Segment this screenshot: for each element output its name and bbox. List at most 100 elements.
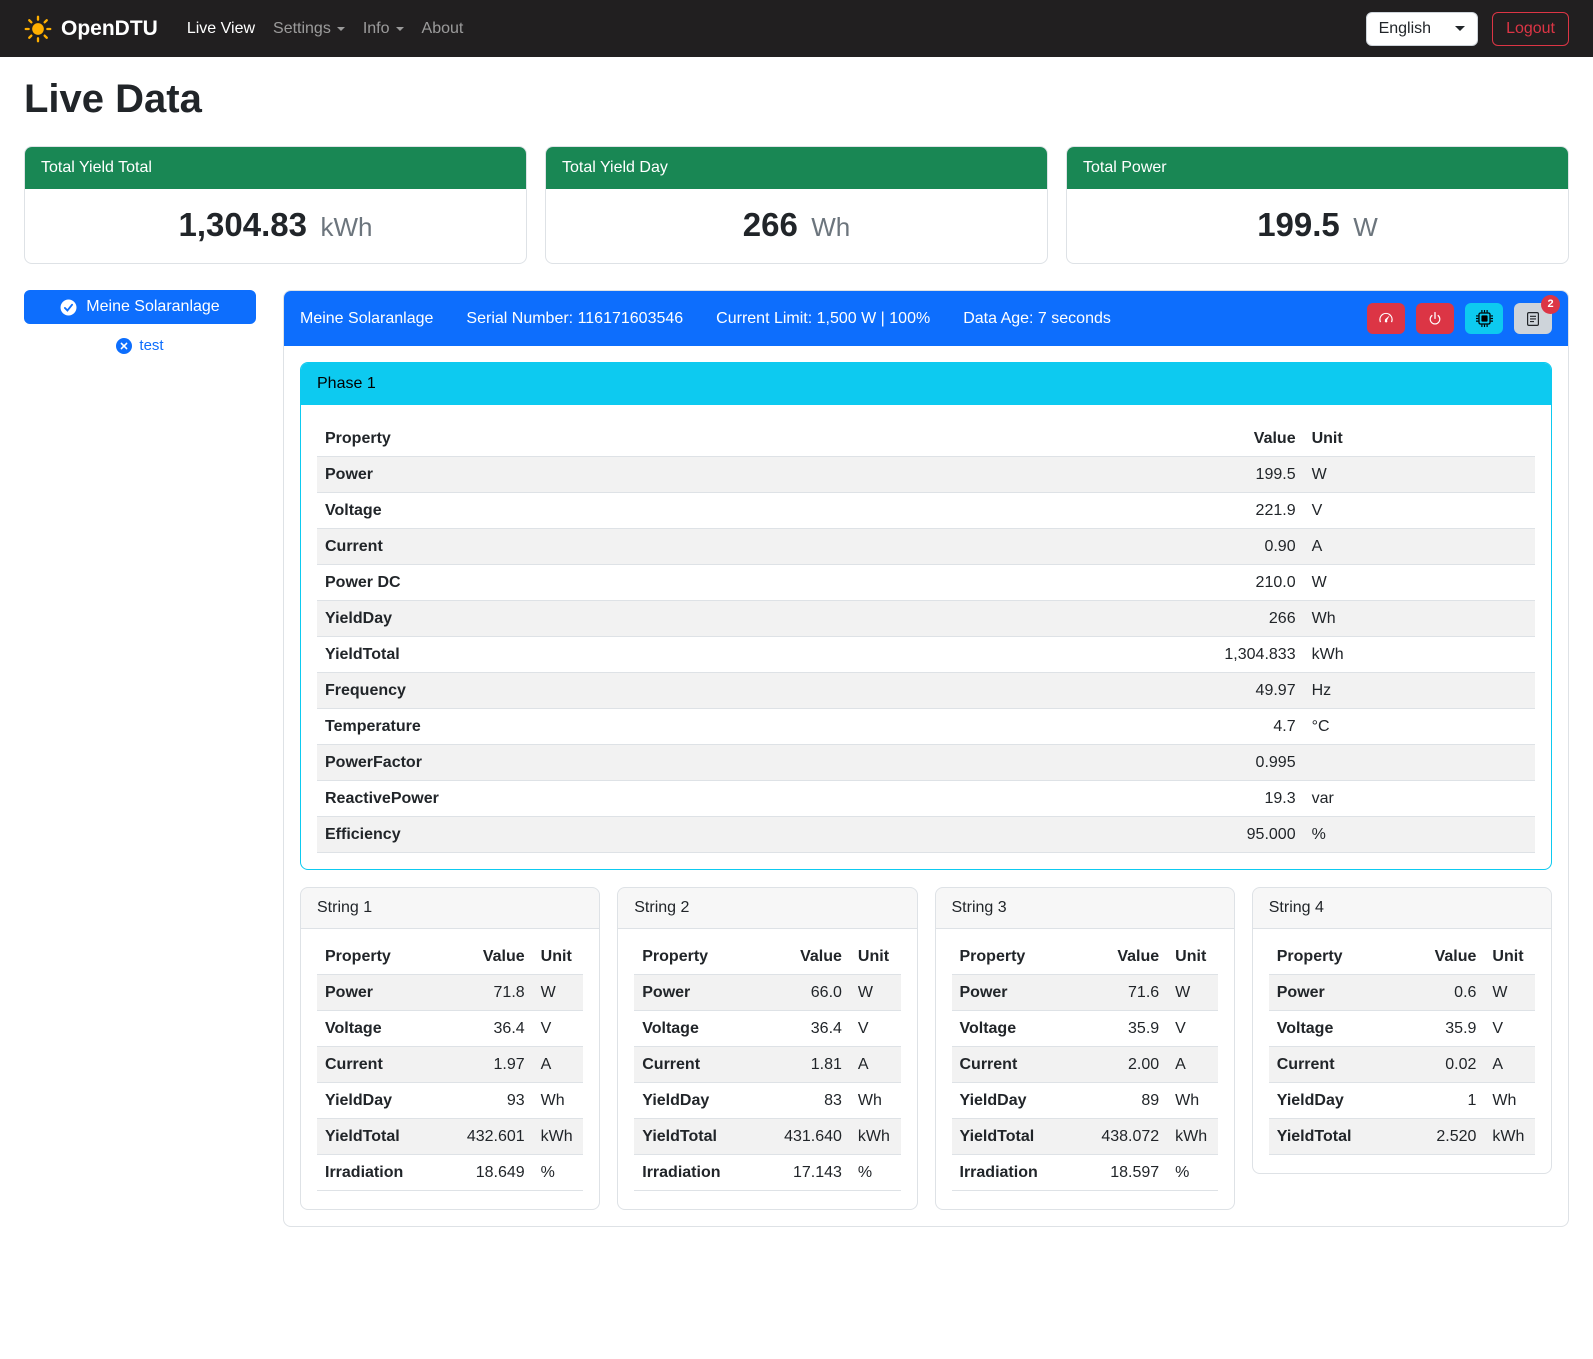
brand[interactable]: OpenDTU <box>24 15 158 43</box>
property-name: Current <box>634 1047 755 1083</box>
property-value: 266 <box>907 601 1303 637</box>
property-name: YieldDay <box>634 1083 755 1119</box>
property-unit: V <box>1167 1011 1218 1047</box>
property-unit: A <box>850 1047 901 1083</box>
power-toggle-button[interactable] <box>1416 303 1454 334</box>
property-unit: Wh <box>1304 601 1535 637</box>
property-value: 18.597 <box>1072 1155 1167 1191</box>
table-row: Power DC 210.0 W <box>317 565 1535 601</box>
property-value: 4.7 <box>907 709 1303 745</box>
column-unit: Unit <box>533 939 584 975</box>
power-toggle-icon <box>1427 311 1443 327</box>
table-row: YieldDay 93 Wh <box>317 1083 583 1119</box>
string-card-title: String 1 <box>301 888 599 929</box>
summary-card-title: Total Yield Day <box>546 147 1047 189</box>
property-name: YieldDay <box>317 1083 438 1119</box>
table-row: YieldDay 1 Wh <box>1269 1083 1535 1119</box>
property-value: 89 <box>1072 1083 1167 1119</box>
column-value: Value <box>1400 939 1484 975</box>
table-row: Current 1.81 A <box>634 1047 900 1083</box>
nav-item-info[interactable]: Info <box>354 12 413 46</box>
event-log-button[interactable]: 2 <box>1514 303 1552 334</box>
property-name: Current <box>1269 1047 1401 1083</box>
property-unit: var <box>1304 781 1535 817</box>
property-value: 36.4 <box>438 1011 533 1047</box>
table-row: YieldDay 89 Wh <box>952 1083 1218 1119</box>
table-row: Efficiency 95.000 % <box>317 817 1535 853</box>
inverter-name: Meine Solaranlage <box>300 310 433 328</box>
device-info-button[interactable] <box>1465 303 1503 334</box>
table-row: YieldTotal 432.601 kWh <box>317 1119 583 1155</box>
string-table: Property Value Unit Power 0.6 W Voltage … <box>1269 939 1535 1155</box>
property-unit: V <box>1484 1011 1535 1047</box>
property-name: YieldDay <box>1269 1083 1401 1119</box>
property-unit: V <box>1304 493 1535 529</box>
summary-unit: W <box>1353 212 1378 242</box>
table-row: Power 71.6 W <box>952 975 1218 1011</box>
property-unit: kWh <box>850 1119 901 1155</box>
property-value: 199.5 <box>907 457 1303 493</box>
property-value: 432.601 <box>438 1119 533 1155</box>
chevron-down-icon <box>1455 26 1465 31</box>
property-value: 18.649 <box>438 1155 533 1191</box>
property-value: 93 <box>438 1083 533 1119</box>
property-unit: W <box>1304 457 1535 493</box>
string-table: Property Value Unit Power 66.0 W Voltage… <box>634 939 900 1191</box>
property-value: 0.90 <box>907 529 1303 565</box>
summary-cards: Total Yield Total 1,304.83 kWh Total Yie… <box>24 146 1569 264</box>
property-unit: kWh <box>1484 1119 1535 1155</box>
property-unit: A <box>1304 529 1535 565</box>
event-count-badge: 2 <box>1541 295 1560 314</box>
property-unit: V <box>533 1011 584 1047</box>
property-value: 83 <box>755 1083 850 1119</box>
nav-item-about[interactable]: About <box>413 12 473 46</box>
property-name: YieldDay <box>952 1083 1073 1119</box>
inverter-card: Meine Solaranlage Serial Number: 1161716… <box>283 290 1569 1227</box>
column-unit: Unit <box>850 939 901 975</box>
property-name: Temperature <box>317 709 907 745</box>
column-property: Property <box>952 939 1073 975</box>
property-unit: A <box>533 1047 584 1083</box>
property-name: Current <box>317 1047 438 1083</box>
property-name: Frequency <box>317 673 907 709</box>
nav-item-settings[interactable]: Settings <box>264 12 354 46</box>
table-row: YieldDay 83 Wh <box>634 1083 900 1119</box>
property-value: 0.02 <box>1400 1047 1484 1083</box>
string-card-title: String 4 <box>1253 888 1551 929</box>
summary-unit: kWh <box>320 212 372 242</box>
column-property: Property <box>317 939 438 975</box>
limit-settings-button[interactable] <box>1367 303 1405 334</box>
property-value: 35.9 <box>1072 1011 1167 1047</box>
phase-card-title: Phase 1 <box>301 363 1551 405</box>
summary-card: Total Yield Total 1,304.83 kWh <box>24 146 527 264</box>
string-cards: String 1 Property Value Unit Power 71.8 … <box>300 887 1552 1210</box>
property-unit: kWh <box>1167 1119 1218 1155</box>
check-circle-icon <box>60 299 77 316</box>
property-unit <box>1304 745 1535 781</box>
property-unit: % <box>1304 817 1535 853</box>
string-table: Property Value Unit Power 71.6 W Voltage… <box>952 939 1218 1191</box>
string-table-header: Property Value Unit <box>1269 939 1535 975</box>
table-row: Current 0.02 A <box>1269 1047 1535 1083</box>
inverter-select-button[interactable]: Meine Solaranlage <box>24 290 256 324</box>
property-value: 1.81 <box>755 1047 850 1083</box>
table-row: Voltage 36.4 V <box>634 1011 900 1047</box>
property-name: Voltage <box>952 1011 1073 1047</box>
property-name: Current <box>317 529 907 565</box>
table-row: YieldTotal 431.640 kWh <box>634 1119 900 1155</box>
nav-item-live-view[interactable]: Live View <box>178 12 264 46</box>
summary-card-title: Total Yield Total <box>25 147 526 189</box>
property-value: 71.6 <box>1072 975 1167 1011</box>
column-unit: Unit <box>1484 939 1535 975</box>
property-name: Voltage <box>1269 1011 1401 1047</box>
table-row: Power 66.0 W <box>634 975 900 1011</box>
string-card-title: String 3 <box>936 888 1234 929</box>
event-link[interactable]: test <box>24 337 256 354</box>
language-select[interactable]: English <box>1366 12 1478 46</box>
logout-button[interactable]: Logout <box>1492 12 1569 46</box>
summary-unit: Wh <box>811 212 850 242</box>
inverter-header: Meine Solaranlage Serial Number: 1161716… <box>284 291 1568 346</box>
column-value: Value <box>438 939 533 975</box>
string-card: String 4 Property Value Unit Power 0.6 W… <box>1252 887 1552 1174</box>
property-value: 210.0 <box>907 565 1303 601</box>
